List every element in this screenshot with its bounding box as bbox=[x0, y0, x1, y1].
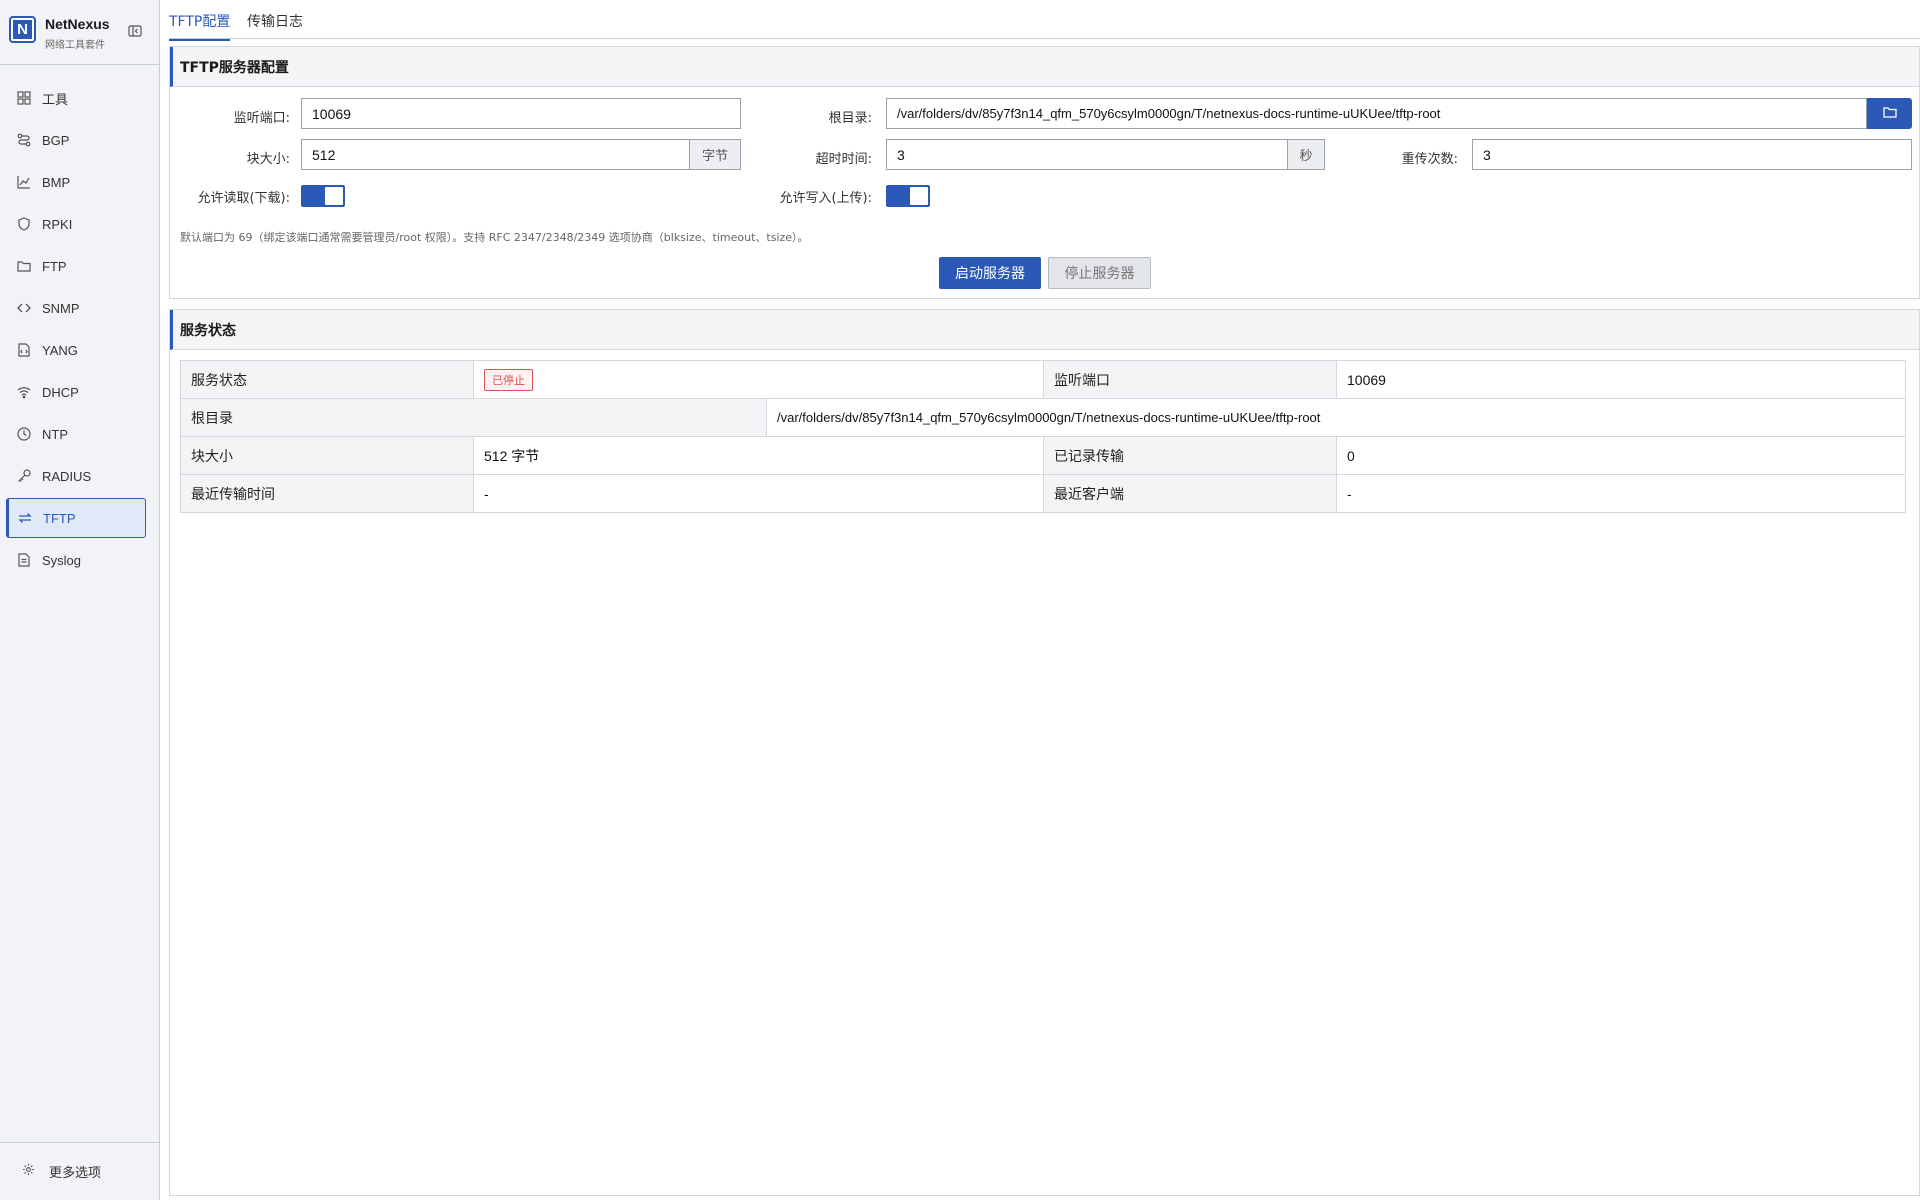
stop-server-button[interactable]: 停止服务器 bbox=[1048, 257, 1151, 289]
table-row: 块大小 512 字节 已记录传输 0 bbox=[180, 436, 1906, 475]
last-time-key: 最近传输时间 bbox=[180, 474, 474, 513]
port-value: 10069 bbox=[1336, 360, 1906, 399]
allow-write-toggle[interactable] bbox=[886, 185, 930, 207]
last-client-key: 最近客户端 bbox=[1043, 474, 1337, 513]
retries-label: 重传次数: bbox=[1401, 152, 1458, 167]
app-subtitle: 网络工具套件 bbox=[45, 40, 105, 51]
config-panel-title: TFTP服务器配置 bbox=[170, 47, 1919, 87]
more-options-label: 更多选项 bbox=[49, 1166, 102, 1181]
sidebar-item-label: TFTP bbox=[43, 510, 76, 526]
tab-tftp-config[interactable]: TFTP配置 bbox=[169, 11, 231, 41]
transfers-value: 0 bbox=[1336, 436, 1906, 475]
sidebar-item-tools[interactable]: 工具 bbox=[6, 78, 146, 118]
app-logo: N bbox=[9, 16, 36, 43]
sidebar-item-dhcp[interactable]: DHCP bbox=[6, 372, 146, 412]
sidebar-item-label: 工具 bbox=[42, 91, 69, 107]
table-row: 根目录 /var/folders/dv/85y7f3n14_qfm_570y6c… bbox=[180, 398, 1906, 437]
blocksize-key: 块大小 bbox=[180, 436, 474, 475]
folder-icon bbox=[16, 258, 32, 274]
config-hint: 默认端口为 69（绑定该端口通常需要管理员/root 权限）。支持 RFC 23… bbox=[180, 231, 809, 244]
sidebar-item-syslog[interactable]: Syslog bbox=[6, 540, 146, 580]
root-value: /var/folders/dv/85y7f3n14_qfm_570y6csylm… bbox=[766, 398, 1906, 437]
sidebar-item-yang[interactable]: YANG bbox=[6, 330, 146, 370]
browse-folder-button[interactable] bbox=[1867, 98, 1912, 129]
status-badge: 已停止 bbox=[484, 368, 533, 391]
sidebar-item-label: NTP bbox=[42, 426, 68, 442]
sidebar-item-snmp[interactable]: SNMP bbox=[6, 288, 146, 328]
blocksize-unit: 字节 bbox=[690, 139, 741, 170]
collapse-sidebar-icon[interactable] bbox=[128, 24, 142, 38]
sidebar-item-label: BMP bbox=[42, 174, 71, 190]
sidebar-item-rpki[interactable]: RPKI bbox=[6, 204, 146, 244]
last-client-value: - bbox=[1336, 474, 1906, 513]
blocksize-value: 512 字节 bbox=[473, 436, 1044, 475]
allow-read-toggle[interactable] bbox=[301, 185, 345, 207]
root-key: 根目录 bbox=[180, 398, 767, 437]
port-input[interactable]: 10069 bbox=[301, 98, 741, 129]
gear-icon bbox=[22, 1163, 35, 1180]
sidebar-item-ntp[interactable]: NTP bbox=[6, 414, 146, 454]
chart-line-icon bbox=[16, 174, 32, 190]
root-dir-input[interactable]: /var/folders/dv/85y7f3n14_qfm_570y6csylm… bbox=[886, 98, 1867, 129]
sidebar-item-label: YANG bbox=[42, 342, 78, 358]
state-key: 服务状态 bbox=[180, 360, 474, 399]
allow-write-label: 允许写入(上传): bbox=[779, 191, 872, 206]
grid-icon bbox=[16, 90, 32, 106]
table-row: 最近传输时间 - 最近客户端 - bbox=[180, 474, 1906, 513]
blocksize-input[interactable]: 512 bbox=[301, 139, 690, 170]
route-icon bbox=[16, 132, 32, 148]
sidebar-item-label: Syslog bbox=[42, 552, 82, 568]
sidebar-item-radius[interactable]: RADIUS bbox=[6, 456, 146, 496]
sidebar-item-ftp[interactable]: FTP bbox=[6, 246, 146, 286]
sidebar-item-bmp[interactable]: BMP bbox=[6, 162, 146, 202]
shield-icon bbox=[16, 216, 32, 232]
sidebar-item-tftp[interactable]: TFTP bbox=[6, 498, 146, 538]
code-icon bbox=[16, 300, 32, 316]
file-code-icon bbox=[16, 342, 32, 358]
sidebar-item-label: FTP bbox=[42, 258, 67, 274]
status-panel: 服务状态 服务状态 已停止 监听端口 10069 根目录 /var/folder… bbox=[169, 309, 1920, 1196]
status-panel-title: 服务状态 bbox=[170, 310, 1919, 350]
sidebar-item-bgp[interactable]: BGP bbox=[6, 120, 146, 160]
sidebar-nav: 工具 BGP BMP RPKI FTP SNMP YANG DHCP NTP R… bbox=[6, 78, 146, 582]
sidebar-item-label: SNMP bbox=[42, 300, 80, 316]
state-value-cell: 已停止 bbox=[473, 360, 1044, 399]
wifi-icon bbox=[16, 384, 32, 400]
root-dir-label: 根目录: bbox=[828, 111, 872, 126]
port-label: 监听端口: bbox=[233, 111, 290, 126]
sidebar-item-label: DHCP bbox=[42, 384, 79, 400]
transfer-icon bbox=[17, 510, 33, 526]
blocksize-label: 块大小: bbox=[246, 152, 290, 167]
sidebar: N NetNexus 网络工具套件 工具 BGP BMP RPKI FTP SN… bbox=[0, 0, 160, 1200]
sidebar-item-label: RADIUS bbox=[42, 468, 92, 484]
main-content: TFTP配置 传输日志 TFTP服务器配置 监听端口: 10069 根目录: /… bbox=[161, 0, 1920, 1200]
sidebar-item-label: BGP bbox=[42, 132, 70, 148]
table-row: 服务状态 已停止 监听端口 10069 bbox=[180, 360, 1906, 399]
clock-icon bbox=[16, 426, 32, 442]
tab-bar: TFTP配置 传输日志 bbox=[169, 0, 1920, 41]
timeout-unit: 秒 bbox=[1288, 139, 1325, 170]
sidebar-item-label: RPKI bbox=[42, 216, 73, 232]
retries-input[interactable]: 3 bbox=[1472, 139, 1912, 170]
port-key: 监听端口 bbox=[1043, 360, 1337, 399]
allow-read-label: 允许读取(下载): bbox=[197, 191, 290, 206]
more-options-button[interactable]: 更多选项 bbox=[0, 1142, 160, 1200]
tab-transfer-log[interactable]: 传输日志 bbox=[247, 11, 303, 39]
folder-icon bbox=[1882, 105, 1897, 123]
app-name: NetNexus bbox=[45, 16, 110, 32]
transfers-key: 已记录传输 bbox=[1043, 436, 1337, 475]
last-time-value: - bbox=[473, 474, 1044, 513]
config-panel: TFTP服务器配置 监听端口: 10069 根目录: /var/folders/… bbox=[169, 46, 1920, 299]
status-table: 服务状态 已停止 监听端口 10069 根目录 /var/folders/dv/… bbox=[180, 360, 1906, 513]
timeout-label: 超时时间: bbox=[815, 152, 872, 167]
document-icon bbox=[16, 552, 32, 568]
brand-header: N NetNexus 网络工具套件 bbox=[0, 0, 160, 65]
timeout-input[interactable]: 3 bbox=[886, 139, 1288, 170]
key-icon bbox=[16, 468, 32, 484]
start-server-button[interactable]: 启动服务器 bbox=[939, 257, 1041, 289]
